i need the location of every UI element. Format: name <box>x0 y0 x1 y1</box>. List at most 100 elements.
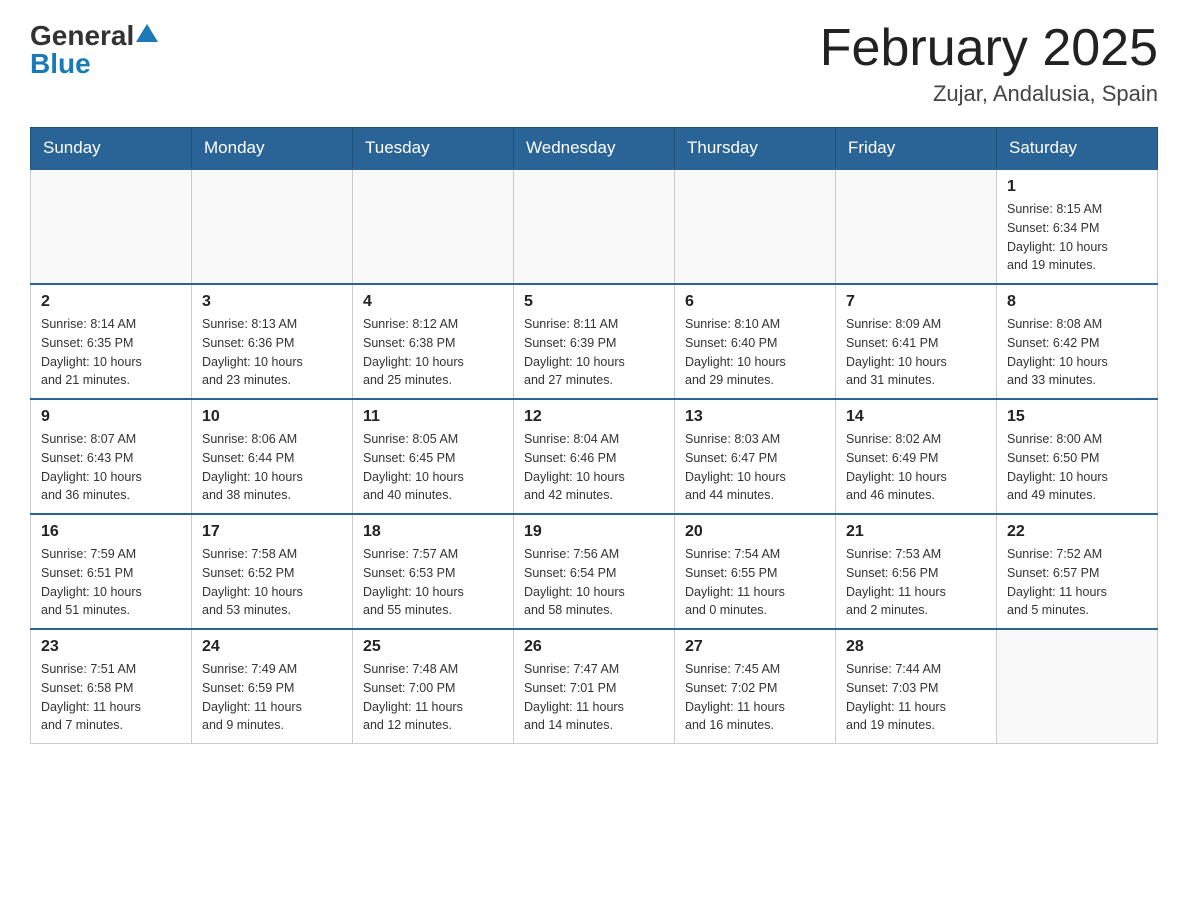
table-row: 1 Sunrise: 8:15 AM Sunset: 6:34 PM Daylig… <box>997 169 1158 284</box>
title-area: February 2025 Zujar, Andalusia, Spain <box>820 20 1158 107</box>
table-row <box>514 169 675 284</box>
day-number: 9 <box>41 408 181 426</box>
table-row <box>997 629 1158 744</box>
table-row: 8 Sunrise: 8:08 AM Sunset: 6:42 PM Daylig… <box>997 284 1158 399</box>
calendar-week-row: 1 Sunrise: 8:15 AM Sunset: 6:34 PM Daylig… <box>31 169 1158 284</box>
col-tuesday: Tuesday <box>353 128 514 170</box>
day-number: 16 <box>41 523 181 541</box>
table-row: 9 Sunrise: 8:07 AM Sunset: 6:43 PM Daylig… <box>31 399 192 514</box>
day-number: 1 <box>1007 178 1147 196</box>
day-number: 2 <box>41 293 181 311</box>
day-number: 14 <box>846 408 986 426</box>
table-row: 21 Sunrise: 7:53 AM Sunset: 6:56 PM Dayli… <box>836 514 997 629</box>
day-info: Sunrise: 7:47 AM Sunset: 7:01 PM Dayligh… <box>524 660 664 735</box>
day-number: 26 <box>524 638 664 656</box>
day-number: 21 <box>846 523 986 541</box>
day-info: Sunrise: 8:07 AM Sunset: 6:43 PM Dayligh… <box>41 430 181 505</box>
col-thursday: Thursday <box>675 128 836 170</box>
day-info: Sunrise: 7:58 AM Sunset: 6:52 PM Dayligh… <box>202 545 342 620</box>
table-row: 11 Sunrise: 8:05 AM Sunset: 6:45 PM Dayli… <box>353 399 514 514</box>
calendar-week-row: 9 Sunrise: 8:07 AM Sunset: 6:43 PM Daylig… <box>31 399 1158 514</box>
day-number: 5 <box>524 293 664 311</box>
day-number: 7 <box>846 293 986 311</box>
day-info: Sunrise: 8:12 AM Sunset: 6:38 PM Dayligh… <box>363 315 503 390</box>
table-row: 14 Sunrise: 8:02 AM Sunset: 6:49 PM Dayli… <box>836 399 997 514</box>
day-number: 17 <box>202 523 342 541</box>
day-number: 4 <box>363 293 503 311</box>
col-friday: Friday <box>836 128 997 170</box>
day-info: Sunrise: 7:48 AM Sunset: 7:00 PM Dayligh… <box>363 660 503 735</box>
day-info: Sunrise: 8:09 AM Sunset: 6:41 PM Dayligh… <box>846 315 986 390</box>
table-row: 19 Sunrise: 7:56 AM Sunset: 6:54 PM Dayli… <box>514 514 675 629</box>
logo-icon <box>136 24 158 46</box>
day-number: 13 <box>685 408 825 426</box>
table-row <box>353 169 514 284</box>
day-info: Sunrise: 7:57 AM Sunset: 6:53 PM Dayligh… <box>363 545 503 620</box>
day-number: 11 <box>363 408 503 426</box>
table-row: 22Sunrise: 7:52 AM Sunset: 6:57 PM Dayli… <box>997 514 1158 629</box>
day-number: 27 <box>685 638 825 656</box>
page-header: General Blue February 2025 Zujar, Andalu… <box>30 20 1158 107</box>
day-number: 8 <box>1007 293 1147 311</box>
day-number: 25 <box>363 638 503 656</box>
day-info: Sunrise: 7:53 AM Sunset: 6:56 PM Dayligh… <box>846 545 986 620</box>
day-number: 10 <box>202 408 342 426</box>
day-number: 6 <box>685 293 825 311</box>
day-number: 12 <box>524 408 664 426</box>
table-row <box>31 169 192 284</box>
col-saturday: Saturday <box>997 128 1158 170</box>
day-number: 22 <box>1007 523 1147 541</box>
day-info: Sunrise: 8:13 AM Sunset: 6:36 PM Dayligh… <box>202 315 342 390</box>
day-info: Sunrise: 8:03 AM Sunset: 6:47 PM Dayligh… <box>685 430 825 505</box>
day-info: Sunrise: 7:44 AM Sunset: 7:03 PM Dayligh… <box>846 660 986 735</box>
day-info: Sunrise: 7:59 AM Sunset: 6:51 PM Dayligh… <box>41 545 181 620</box>
calendar-week-row: 23 Sunrise: 7:51 AM Sunset: 6:58 PM Dayli… <box>31 629 1158 744</box>
day-info: Sunrise: 8:08 AM Sunset: 6:42 PM Dayligh… <box>1007 315 1147 390</box>
calendar-week-row: 16 Sunrise: 7:59 AM Sunset: 6:51 PM Dayli… <box>31 514 1158 629</box>
table-row: 18 Sunrise: 7:57 AM Sunset: 6:53 PM Dayli… <box>353 514 514 629</box>
table-row: 28 Sunrise: 7:44 AM Sunset: 7:03 PM Dayli… <box>836 629 997 744</box>
table-row: 2 Sunrise: 8:14 AM Sunset: 6:35 PM Daylig… <box>31 284 192 399</box>
logo: General Blue <box>30 20 158 80</box>
day-number: 18 <box>363 523 503 541</box>
day-info: Sunrise: 8:02 AM Sunset: 6:49 PM Dayligh… <box>846 430 986 505</box>
day-info: Sunrise: 8:11 AM Sunset: 6:39 PM Dayligh… <box>524 315 664 390</box>
day-number: 24 <box>202 638 342 656</box>
table-row <box>675 169 836 284</box>
table-row: 3 Sunrise: 8:13 AM Sunset: 6:36 PM Daylig… <box>192 284 353 399</box>
col-wednesday: Wednesday <box>514 128 675 170</box>
day-number: 28 <box>846 638 986 656</box>
day-number: 19 <box>524 523 664 541</box>
table-row: 6 Sunrise: 8:10 AM Sunset: 6:40 PM Daylig… <box>675 284 836 399</box>
day-info: Sunrise: 7:45 AM Sunset: 7:02 PM Dayligh… <box>685 660 825 735</box>
col-sunday: Sunday <box>31 128 192 170</box>
day-info: Sunrise: 7:56 AM Sunset: 6:54 PM Dayligh… <box>524 545 664 620</box>
day-info: Sunrise: 8:15 AM Sunset: 6:34 PM Dayligh… <box>1007 200 1147 275</box>
day-info: Sunrise: 8:05 AM Sunset: 6:45 PM Dayligh… <box>363 430 503 505</box>
table-row: 13 Sunrise: 8:03 AM Sunset: 6:47 PM Dayli… <box>675 399 836 514</box>
day-info: Sunrise: 8:04 AM Sunset: 6:46 PM Dayligh… <box>524 430 664 505</box>
table-row: 26 Sunrise: 7:47 AM Sunset: 7:01 PM Dayli… <box>514 629 675 744</box>
location: Zujar, Andalusia, Spain <box>820 81 1158 107</box>
table-row: 5 Sunrise: 8:11 AM Sunset: 6:39 PM Daylig… <box>514 284 675 399</box>
table-row: 20Sunrise: 7:54 AM Sunset: 6:55 PM Dayli… <box>675 514 836 629</box>
day-info: Sunrise: 8:14 AM Sunset: 6:35 PM Dayligh… <box>41 315 181 390</box>
table-row: 15Sunrise: 8:00 AM Sunset: 6:50 PM Dayli… <box>997 399 1158 514</box>
table-row: 27 Sunrise: 7:45 AM Sunset: 7:02 PM Dayli… <box>675 629 836 744</box>
calendar-week-row: 2 Sunrise: 8:14 AM Sunset: 6:35 PM Daylig… <box>31 284 1158 399</box>
table-row: 12 Sunrise: 8:04 AM Sunset: 6:46 PM Dayli… <box>514 399 675 514</box>
day-info: Sunrise: 8:00 AM Sunset: 6:50 PM Dayligh… <box>1007 430 1147 505</box>
day-number: 3 <box>202 293 342 311</box>
table-row: 16 Sunrise: 7:59 AM Sunset: 6:51 PM Dayli… <box>31 514 192 629</box>
table-row: 4 Sunrise: 8:12 AM Sunset: 6:38 PM Daylig… <box>353 284 514 399</box>
logo-blue: Blue <box>30 48 158 80</box>
table-row: 25 Sunrise: 7:48 AM Sunset: 7:00 PM Dayli… <box>353 629 514 744</box>
day-info: Sunrise: 7:51 AM Sunset: 6:58 PM Dayligh… <box>41 660 181 735</box>
table-row: 17 Sunrise: 7:58 AM Sunset: 6:52 PM Dayli… <box>192 514 353 629</box>
col-monday: Monday <box>192 128 353 170</box>
table-row: 10Sunrise: 8:06 AM Sunset: 6:44 PM Dayli… <box>192 399 353 514</box>
day-info: Sunrise: 8:10 AM Sunset: 6:40 PM Dayligh… <box>685 315 825 390</box>
day-number: 23 <box>41 638 181 656</box>
day-info: Sunrise: 7:54 AM Sunset: 6:55 PM Dayligh… <box>685 545 825 620</box>
header-row: Sunday Monday Tuesday Wednesday Thursday… <box>31 128 1158 170</box>
